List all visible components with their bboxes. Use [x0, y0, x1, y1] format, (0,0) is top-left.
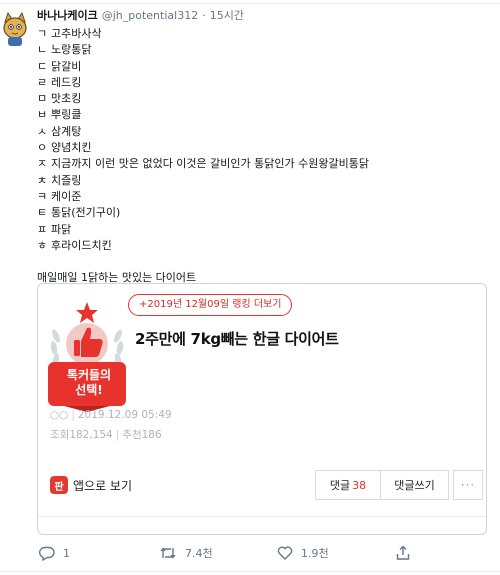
- retweet-button[interactable]: 7.4천: [159, 543, 213, 563]
- recommend-count: 추천186: [122, 429, 162, 441]
- app-logo-icon: 판: [50, 476, 68, 494]
- ranking-link[interactable]: +2019년 12월09일 랭킹 더보기: [128, 294, 293, 316]
- tweet-divider: [0, 571, 500, 572]
- list-item: ㅍ 파닭: [37, 222, 72, 236]
- list-item: ㄹ 레드킹: [37, 75, 82, 89]
- like-icon: [277, 546, 293, 560]
- avatar[interactable]: [2, 10, 28, 50]
- write-comment-button[interactable]: 댓글쓰기: [381, 470, 449, 500]
- tweet-actions: 1 7.4천 1.9천: [37, 543, 487, 563]
- list-item: ㄱ 고추바사삭: [37, 27, 102, 40]
- view-count: 조회182,154: [50, 429, 113, 441]
- author-name[interactable]: 바나나케이크: [37, 9, 98, 22]
- header-dot: ·: [202, 9, 206, 22]
- list-item: ㅇ 양념치킨: [37, 141, 92, 155]
- card-divider: [38, 516, 486, 517]
- list-item: ㅈ 지금까지 이런 맛은 없었다 이것은 갈비인가 통닭인가 수원왕갈비통닭: [37, 157, 369, 171]
- post-meta: ○○ | 2019.12.09 05:49: [50, 409, 172, 421]
- list-item: ㅌ 통닭(전기구이): [37, 206, 121, 220]
- reply-count: 1: [63, 546, 70, 560]
- avatar-cat-icon: [2, 10, 28, 50]
- link-card[interactable]: 톡커들의 선택! +2019년 12월09일 랭킹 더보기 2주만에 7kg빼는…: [37, 283, 487, 535]
- like-count: 1.9천: [301, 547, 329, 560]
- list-item: ㅋ 케이준: [37, 189, 82, 203]
- tweet-header: 바나나케이크 @jh_potential312 · 15시간: [37, 8, 244, 24]
- list-item: ㅅ 삼계탕: [37, 124, 82, 138]
- share-icon: [396, 545, 410, 560]
- list-item: ㄷ 닭갈비: [37, 59, 82, 73]
- list-item: ㅁ 맛초킹: [37, 92, 82, 106]
- previous-tweet-edge: [0, 0, 500, 4]
- list-item: ㅊ 치즐링: [37, 173, 82, 187]
- author-masked: ○○: [50, 409, 69, 421]
- author-handle[interactable]: @jh_potential312: [102, 9, 198, 22]
- reply-button[interactable]: 1: [39, 543, 70, 563]
- share-button[interactable]: [395, 543, 419, 563]
- card-headline[interactable]: 2주만에 7kg빼는 한글 다이어트: [135, 328, 339, 349]
- comment-buttons: 댓글 38 댓글쓰기 ···: [315, 470, 483, 500]
- tweet-text: ㄱ 고추바사삭 ㄴ 노랑통닭 ㄷ 닭갈비 ㄹ 레드킹 ㅁ 맛초킹 ㅂ 뿌링클 ㅅ 삼계탕 ㅇ양…: [37, 26, 492, 286]
- list-item: ㄴ 노랑통닭: [37, 43, 92, 57]
- badge-text: 톡커들의 선택!: [66, 368, 112, 397]
- reply-icon: [39, 546, 55, 561]
- star-icon: [76, 302, 98, 323]
- list-item: ㅂ 뿌링클: [37, 108, 82, 122]
- post-stats: 조회182,154 | 추천186: [50, 429, 162, 441]
- retweet-count: 7.4천: [185, 547, 213, 560]
- open-in-app-button[interactable]: 판 앱으로 보기: [50, 474, 132, 496]
- list-item: ㅎ 후라이드치킨: [37, 238, 112, 252]
- more-button[interactable]: ···: [453, 470, 483, 500]
- post-date: 2019.12.09 05:49: [77, 409, 172, 421]
- like-button[interactable]: 1.9천: [277, 543, 329, 563]
- retweet-icon: [160, 547, 176, 559]
- app-label: 앱으로 보기: [73, 478, 133, 493]
- pick-badge: 톡커들의 선택!: [46, 296, 128, 414]
- tweet-time[interactable]: 15시간: [210, 9, 244, 22]
- comments-button[interactable]: 댓글 38: [315, 470, 381, 500]
